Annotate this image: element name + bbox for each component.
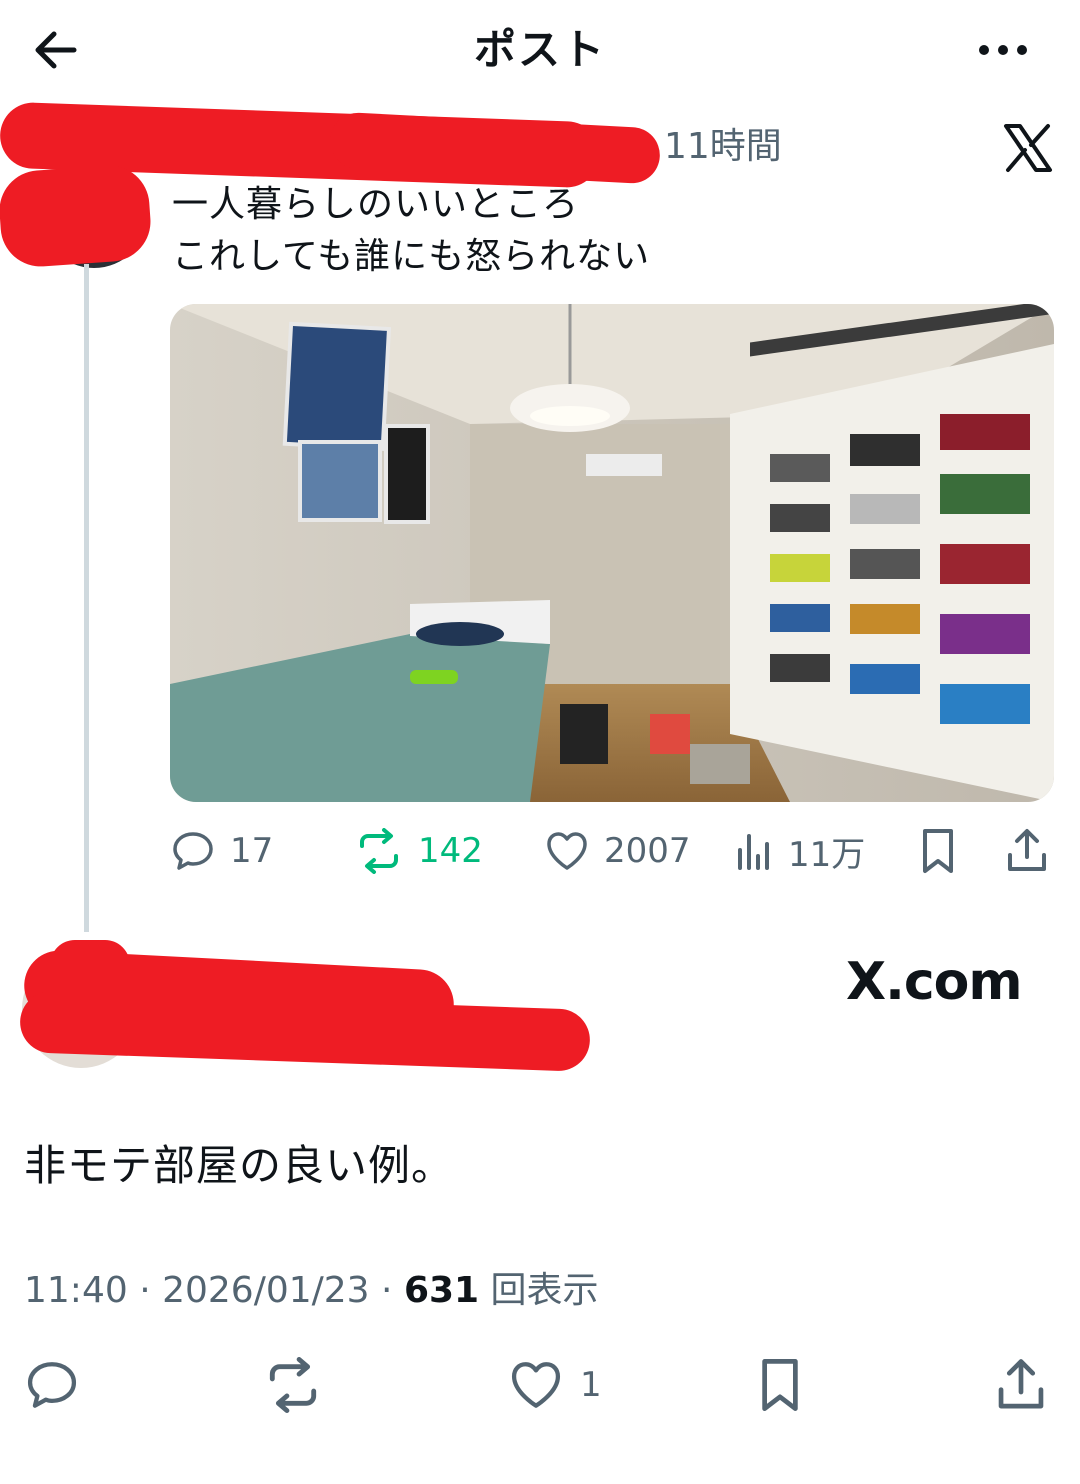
quoted-post-text-line2: これしても誰にも怒られない	[172, 236, 651, 277]
post-meta: 11:40 · 2026/01/23 · 631 回表示	[24, 1270, 599, 1311]
share-button[interactable]	[994, 1356, 1064, 1414]
x-logo-icon	[1002, 122, 1054, 174]
quoted-like-button[interactable]: 2007	[544, 826, 691, 876]
page-title: ポスト	[473, 25, 606, 74]
repost-icon	[360, 828, 398, 874]
bookmark-icon	[923, 829, 953, 873]
quoted-reply-button[interactable]: 17	[170, 826, 273, 876]
quoted-bookmark-button[interactable]	[916, 826, 974, 876]
more-icon[interactable]	[970, 22, 1036, 78]
quoted-post-text-line1: 一人暮らしのいいところ	[172, 184, 580, 225]
reply-icon	[173, 832, 213, 870]
quoted-post-time: 11時間	[664, 126, 782, 167]
post-time: 11:40	[24, 1270, 128, 1311]
quoted-repost-button[interactable]: 142	[354, 826, 483, 876]
post-photo[interactable]	[170, 304, 1054, 802]
quoted-repost-count: 142	[418, 831, 483, 871]
quoted-like-count: 2007	[604, 831, 691, 871]
bookmark-button[interactable]	[754, 1356, 822, 1414]
post-views-label: 回表示	[490, 1270, 599, 1311]
share-icon	[1008, 829, 1046, 871]
post-date: 2026/01/23	[162, 1270, 370, 1311]
quoted-reply-count: 17	[230, 831, 274, 871]
views-icon	[738, 834, 769, 870]
like-icon	[547, 832, 587, 870]
quoted-views-button[interactable]: 11万	[734, 826, 865, 876]
source-watermark: X.com	[846, 952, 1023, 1012]
like-icon	[511, 1362, 561, 1408]
like-button[interactable]: 1	[508, 1356, 602, 1414]
reply-button[interactable]	[24, 1356, 96, 1414]
reply-icon	[27, 1362, 77, 1408]
repost-button[interactable]	[262, 1356, 340, 1414]
quoted-views-count: 11万	[788, 834, 866, 875]
repost-icon	[269, 1357, 317, 1413]
post-views-count: 631	[403, 1270, 480, 1311]
bookmark-icon	[762, 1359, 798, 1411]
thread-line	[84, 264, 89, 932]
quoted-share-button[interactable]	[1004, 826, 1064, 876]
share-icon	[998, 1359, 1044, 1409]
redaction-mark	[0, 162, 154, 270]
like-count: 1	[580, 1365, 602, 1405]
post-text: 非モテ部屋の良い例。	[24, 1141, 455, 1190]
